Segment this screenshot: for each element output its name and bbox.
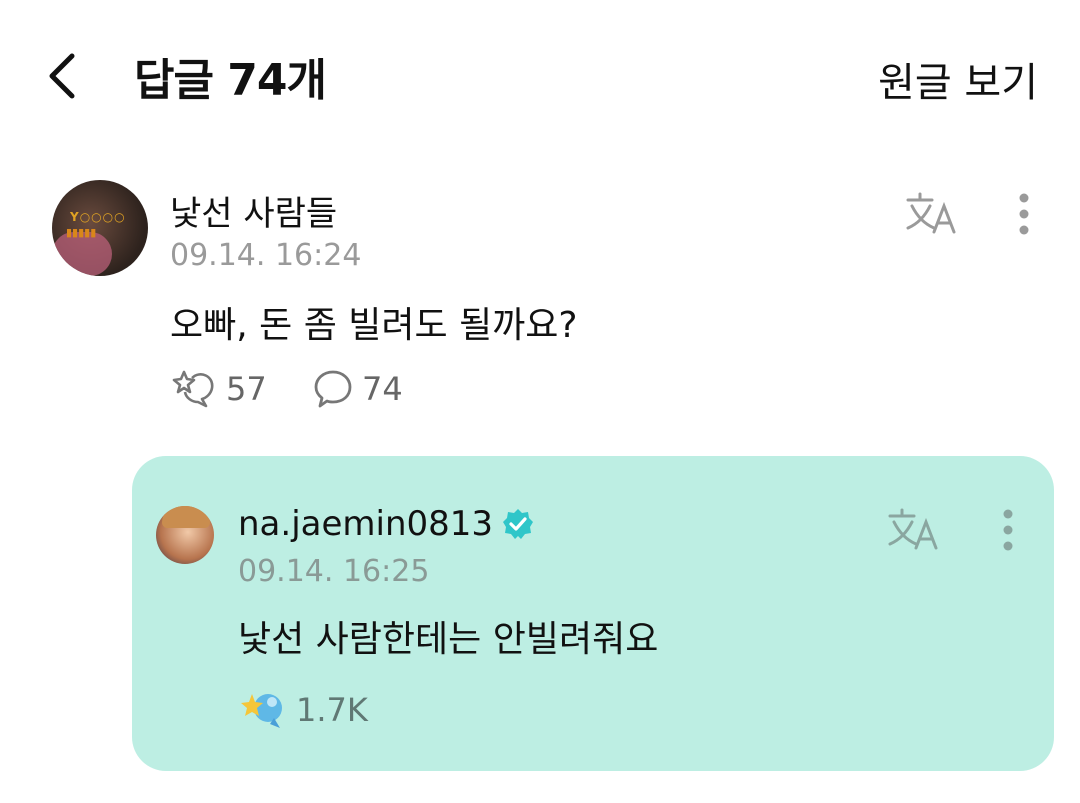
reply-body: 낯선 사람한테는 안빌려줘요 — [238, 619, 659, 660]
verified-badge-icon — [503, 509, 534, 539]
avatar[interactable]: Y○○○○ ▮▮▮▮▮ — [52, 180, 148, 276]
avatar-graphic — [162, 506, 210, 528]
speech-bubble-icon — [314, 370, 352, 408]
avatar-graphic: Y○○○○ — [70, 210, 126, 224]
reply-timestamp: 09.14. 16:25 — [238, 554, 430, 589]
chevron-left-icon — [49, 53, 75, 99]
header: 답글 74개 원글 보기 — [0, 0, 1080, 150]
like-button[interactable]: 57 — [172, 368, 267, 410]
comment-body: 오빠, 돈 좀 빌려도 될까요? — [170, 305, 578, 346]
translate-icon[interactable] — [886, 508, 942, 552]
translate-icon[interactable] — [904, 192, 960, 236]
avatar-graphic-text: ▮▮▮▮▮ — [66, 226, 97, 239]
view-original-button[interactable]: 원글 보기 — [878, 50, 1038, 108]
sparkle-like-icon — [241, 694, 282, 728]
reply-like-button[interactable]: 1.7K — [240, 688, 368, 732]
page-title: 답글 74개 — [134, 55, 327, 106]
like-count: 57 — [226, 370, 267, 408]
more-options-icon[interactable] — [998, 506, 1018, 556]
comment-timestamp: 09.14. 16:24 — [170, 238, 362, 273]
reply-author-name: na.jaemin0813 — [238, 504, 494, 544]
reply-like-count: 1.7K — [296, 691, 368, 729]
reply-button[interactable]: 74 — [312, 368, 403, 410]
reply-count: 74 — [362, 370, 403, 408]
sparkle-like-icon — [172, 370, 214, 408]
back-button[interactable] — [40, 48, 88, 104]
comment-author[interactable]: 낯선 사람들 — [170, 186, 337, 235]
reply-author[interactable]: na.jaemin0813 — [238, 504, 535, 544]
reply-avatar[interactable] — [156, 506, 214, 564]
more-options-icon[interactable] — [1014, 190, 1034, 240]
